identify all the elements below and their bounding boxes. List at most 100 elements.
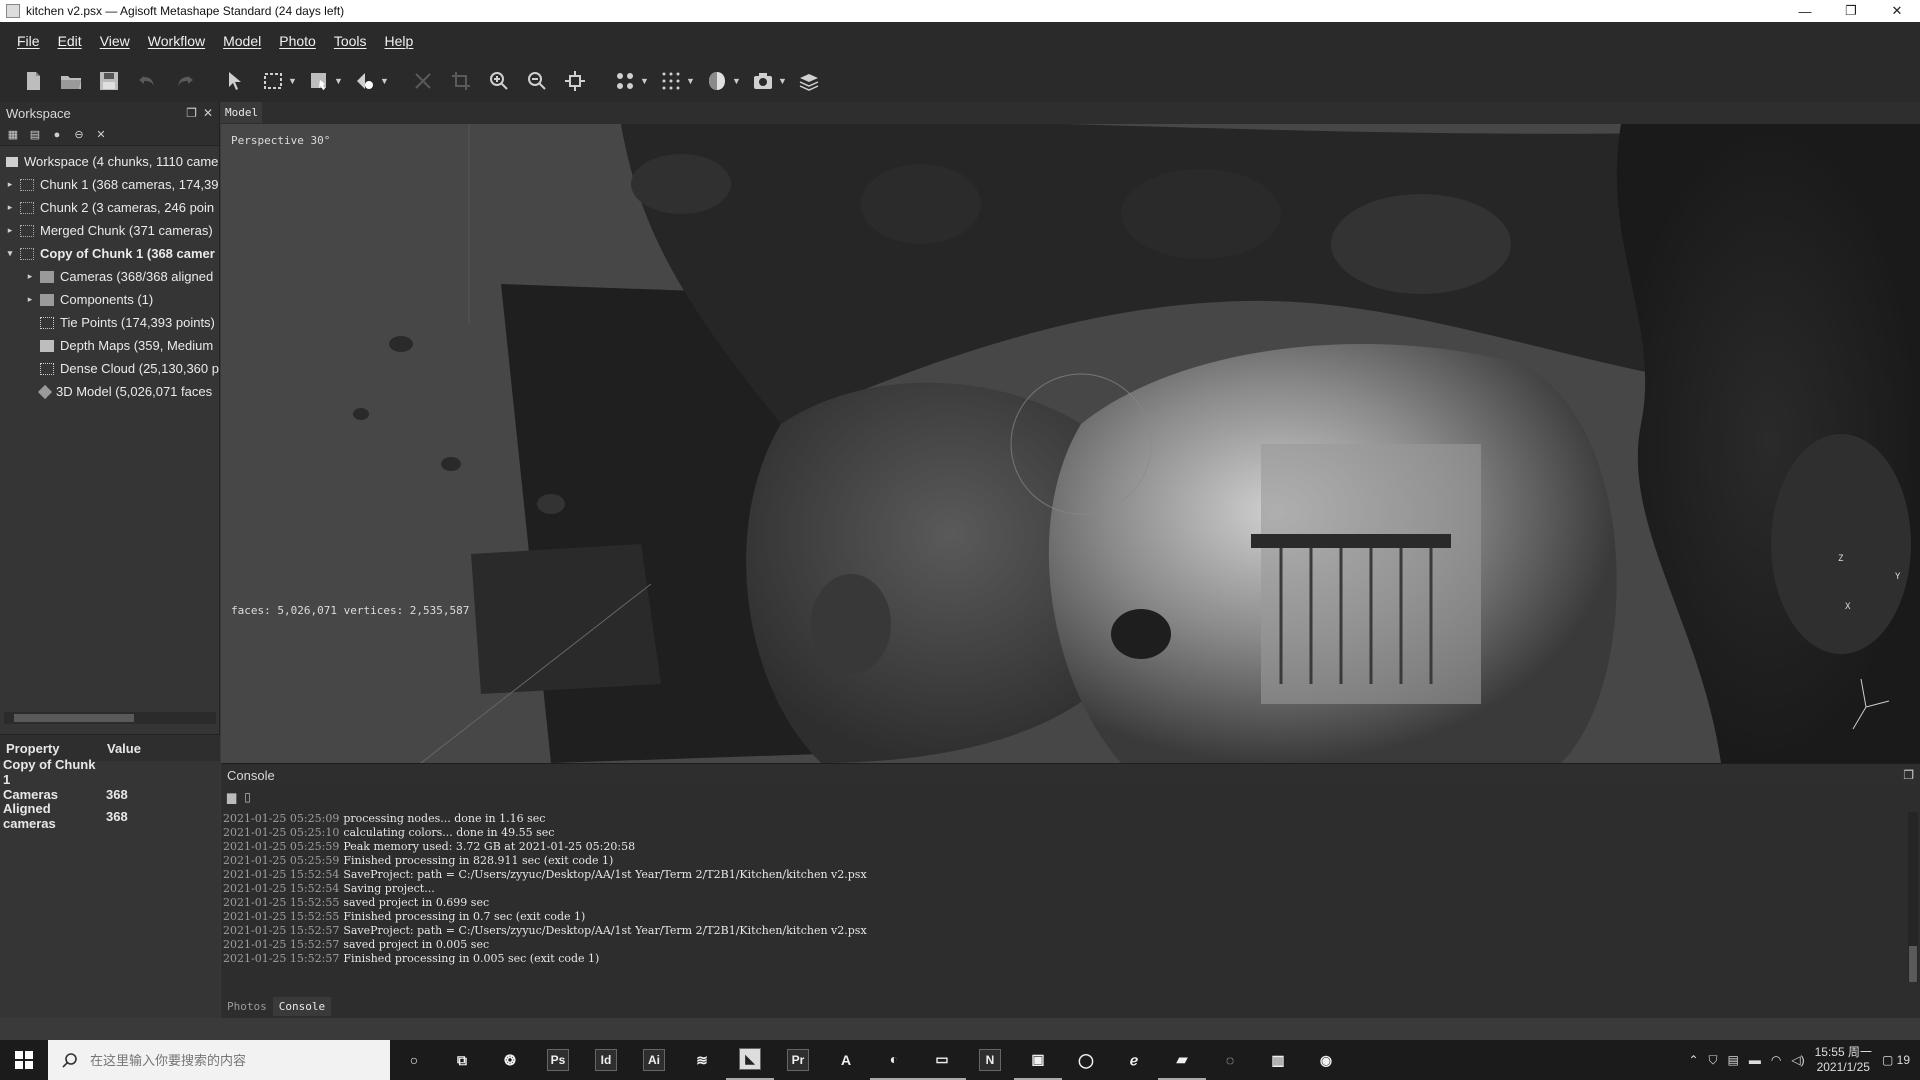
rectangle-selection-button[interactable] — [256, 64, 290, 98]
expand-arrow-icon[interactable]: ▸ — [24, 294, 36, 305]
redo-button[interactable] — [168, 64, 202, 98]
browser-icon[interactable]: ◐ — [870, 1040, 918, 1080]
maximize-button[interactable]: ❐ — [1828, 0, 1874, 22]
metashape-icon[interactable]: ◣ — [726, 1040, 774, 1080]
app-icon[interactable]: ≋ — [678, 1040, 726, 1080]
tree-item[interactable]: ▸ Merged Chunk (371 cameras) — [0, 219, 219, 242]
menu-model[interactable]: Model — [214, 33, 270, 49]
collapse-arrow-icon[interactable]: ▾ — [4, 248, 16, 259]
network-icon[interactable]: ▤ — [1728, 1053, 1739, 1067]
undock-icon[interactable]: ❐ — [186, 106, 197, 120]
delete-selection-button[interactable] — [406, 64, 440, 98]
disable-icon[interactable]: ⊖ — [72, 128, 86, 142]
tree-item[interactable]: Dense Cloud (25,130,360 p — [0, 357, 219, 380]
file-explorer-icon[interactable]: ▥ — [1254, 1040, 1302, 1080]
model-viewport[interactable]: Perspective 30° faces: 5,026,071 vertice… — [221, 124, 1920, 763]
menu-photo[interactable]: Photo — [270, 33, 325, 49]
expand-arrow-icon[interactable]: ▸ — [4, 179, 16, 190]
show-cameras-button[interactable] — [608, 64, 642, 98]
chevron-down-icon[interactable]: ▼ — [380, 76, 390, 86]
premiere-icon[interactable]: Pr — [774, 1040, 822, 1080]
chrome-icon[interactable]: ◉ — [1302, 1040, 1350, 1080]
start-button[interactable] — [0, 1040, 48, 1080]
menu-tools[interactable]: Tools — [325, 33, 376, 49]
rotate-object-button[interactable] — [348, 64, 382, 98]
tree-item[interactable]: 3D Model (5,026,071 faces — [0, 380, 219, 403]
tab-model[interactable]: Model — [221, 102, 263, 123]
tree-item[interactable]: Workspace (4 chunks, 1110 came — [0, 150, 219, 173]
zoom-out-button[interactable] — [520, 64, 554, 98]
menu-file[interactable]: File — [8, 33, 49, 49]
menu-view[interactable]: View — [91, 33, 139, 49]
remote-desktop-icon[interactable]: ▭ — [918, 1040, 966, 1080]
resize-region-button[interactable] — [302, 64, 336, 98]
taskbar-search[interactable] — [48, 1040, 390, 1080]
save-log-icon[interactable]: ▆ — [227, 790, 236, 804]
battery-icon[interactable]: ▬ — [1749, 1053, 1761, 1067]
task-view-icon[interactable]: ⧉ — [438, 1040, 486, 1080]
illustrator-icon[interactable]: Ai — [630, 1040, 678, 1080]
chevron-down-icon[interactable]: ▼ — [732, 76, 742, 86]
add-photos-icon[interactable]: ▤ — [28, 128, 42, 142]
tree-item[interactable]: ▸ Cameras (368/368 aligned — [0, 265, 219, 288]
undock-icon[interactable]: ❐ — [1903, 768, 1914, 782]
notifications-icon[interactable]: ▢ 19 — [1882, 1053, 1910, 1067]
console-vertical-scrollbar[interactable] — [1908, 812, 1918, 982]
tree-item[interactable]: ▸ Chunk 1 (368 cameras, 174,39 — [0, 173, 219, 196]
onenote-icon[interactable]: N — [966, 1040, 1014, 1080]
navigation-button[interactable] — [218, 64, 252, 98]
minimize-button[interactable]: — — [1782, 0, 1828, 22]
tree-item[interactable]: ▸ Chunk 2 (3 cameras, 246 poin — [0, 196, 219, 219]
app-icon[interactable]: ◌ — [1206, 1040, 1254, 1080]
chevron-down-icon[interactable]: ▼ — [288, 76, 298, 86]
expand-arrow-icon[interactable]: ▸ — [4, 225, 16, 236]
scrollbar-thumb[interactable] — [1909, 946, 1917, 982]
search-input[interactable] — [90, 1052, 370, 1068]
zoom-in-button[interactable] — [482, 64, 516, 98]
menu-help[interactable]: Help — [376, 33, 423, 49]
app-icon[interactable]: ◯ — [1062, 1040, 1110, 1080]
tree-item[interactable]: Depth Maps (359, Medium — [0, 334, 219, 357]
taskbar-clock[interactable]: 15:55 周一 2021/1/25 — [1815, 1045, 1872, 1075]
add-chunk-icon[interactable]: ▦ — [6, 128, 20, 142]
tab-photos[interactable]: Photos — [221, 997, 273, 1016]
tree-item-active-chunk[interactable]: ▾ Copy of Chunk 1 (368 camer — [0, 242, 219, 265]
cortana-icon[interactable]: ○ — [390, 1040, 438, 1080]
close-button[interactable]: ✕ — [1874, 0, 1920, 22]
chevron-down-icon[interactable]: ▼ — [334, 76, 344, 86]
chevron-down-icon[interactable]: ▼ — [686, 76, 696, 86]
reset-view-button[interactable] — [558, 64, 592, 98]
workspace-horizontal-scrollbar[interactable] — [4, 712, 216, 724]
wifi-icon[interactable]: ◠ — [1771, 1053, 1781, 1067]
shield-icon[interactable]: ⛉ — [1709, 1053, 1718, 1068]
app-icon[interactable]: ❂ — [486, 1040, 534, 1080]
photoshop-icon[interactable]: Ps — [534, 1040, 582, 1080]
edge-icon[interactable]: ℯ — [1110, 1040, 1158, 1080]
model-shading-button[interactable] — [700, 64, 734, 98]
clear-log-icon[interactable]: ▯ — [244, 790, 251, 804]
expand-arrow-icon[interactable]: ▸ — [24, 271, 36, 282]
show-hidden-icons-icon[interactable]: ⌃ — [1688, 1053, 1698, 1067]
chevron-down-icon[interactable]: ▼ — [778, 76, 788, 86]
scrollbar-thumb[interactable] — [14, 714, 134, 722]
crop-selection-button[interactable] — [444, 64, 478, 98]
new-file-button[interactable] — [16, 64, 50, 98]
save-button[interactable] — [92, 64, 126, 98]
chevron-down-icon[interactable]: ▼ — [640, 76, 650, 86]
photos-app-icon[interactable]: ▰ — [1158, 1040, 1206, 1080]
expand-arrow-icon[interactable]: ▸ — [4, 202, 16, 213]
teams-icon[interactable]: ▣ — [1014, 1040, 1062, 1080]
capture-view-button[interactable] — [746, 64, 780, 98]
show-layers-button[interactable] — [792, 64, 826, 98]
undo-button[interactable] — [130, 64, 164, 98]
tree-item[interactable]: ▸ Components (1) — [0, 288, 219, 311]
volume-icon[interactable]: ◁) — [1791, 1053, 1804, 1067]
open-button[interactable] — [54, 64, 88, 98]
remove-icon[interactable]: ✕ — [94, 128, 108, 142]
menu-edit[interactable]: Edit — [49, 33, 91, 49]
point-cloud-button[interactable] — [654, 64, 688, 98]
indesign-icon[interactable]: Id — [582, 1040, 630, 1080]
enable-icon[interactable]: ● — [50, 128, 64, 142]
tree-item[interactable]: Tie Points (174,393 points) — [0, 311, 219, 334]
tab-console[interactable]: Console — [272, 996, 332, 1016]
